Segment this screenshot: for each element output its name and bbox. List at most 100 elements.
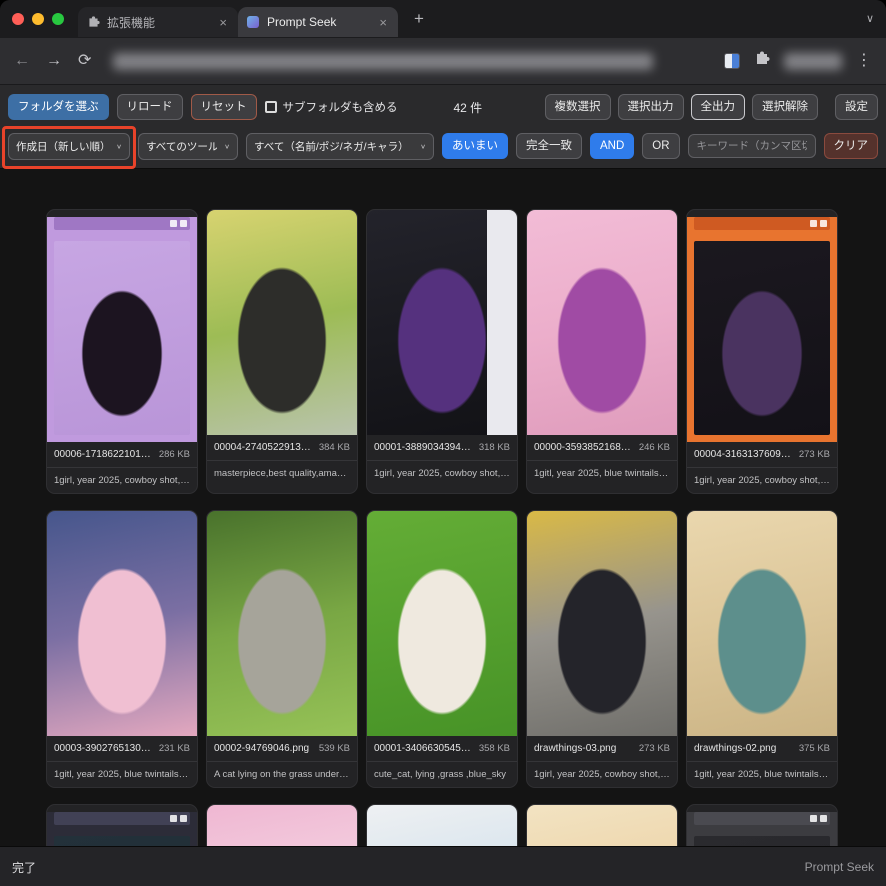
prompt-preview: 1gitl, year 2025, blue twintails, pink .… — [47, 761, 197, 787]
reset-button[interactable]: リセット — [190, 93, 257, 121]
image-card[interactable]: 00002-94769046.png 539 KB A cat lying on… — [206, 510, 358, 788]
navigation-bar: ← → ⟳ ⋮ — [0, 38, 886, 85]
fuzzy-match-button[interactable]: あいまい — [442, 132, 508, 160]
select-folder-button[interactable]: フォルダを選ぶ — [8, 93, 109, 121]
prompt-preview: 1girl, year 2025, cowboy shot, simpl... — [47, 467, 197, 493]
card-meta: 00006-1718622101.png 286 KB — [47, 442, 197, 467]
file-size: 318 KB — [478, 442, 510, 453]
browser-window: 拡張機能 × Prompt Seek × + ∨ ← → ⟳ ⋮ フォルダを選ぶ… — [0, 0, 886, 886]
image-card[interactable]: 00001-3406630545.p... 358 KB cute_cat, l… — [366, 510, 518, 788]
file-size: 384 KB — [318, 442, 350, 453]
card-meta: drawthings-02.png 375 KB — [687, 736, 837, 761]
reload-button[interactable]: ⟳ — [78, 53, 91, 69]
file-name: 00003-3902765130.png — [54, 743, 153, 754]
card-meta: 00004-2740522913.png 384 KB — [207, 435, 357, 460]
exact-match-button[interactable]: 完全一致 — [516, 132, 582, 160]
tab-prompt-seek[interactable]: Prompt Seek × — [238, 7, 398, 37]
prompt-preview: cute_cat, lying ,grass ,blue_sky — [367, 761, 517, 787]
close-window-button[interactable] — [12, 13, 24, 25]
file-size: 375 KB — [798, 743, 830, 754]
image-card[interactable]: 00004-2740522913.png 384 KB masterpiece,… — [206, 209, 358, 494]
and-operator-button[interactable]: AND — [590, 132, 635, 160]
file-size: 273 KB — [798, 449, 830, 460]
app-name-label: Prompt Seek — [804, 860, 874, 874]
card-meta: 00001-3406630545.p... 358 KB — [367, 736, 517, 761]
tab-strip: 拡張機能 × Prompt Seek × + ∨ — [0, 0, 886, 38]
card-meta: 00000-3593852168.p... 246 KB — [527, 435, 677, 460]
export-all-button[interactable]: 全出力 — [690, 93, 745, 121]
multi-select-button[interactable]: 複数選択 — [544, 93, 611, 121]
search-scope-select[interactable]: すべて（名前/ポジ/ネガ/キャラ） ∨ — [246, 132, 434, 160]
image-thumbnail[interactable] — [207, 511, 357, 736]
file-size: 286 KB — [158, 449, 190, 460]
image-thumbnail[interactable] — [687, 511, 837, 736]
profile-chip-blurred[interactable] — [784, 52, 842, 70]
file-name: 00001-3406630545.p... — [374, 743, 473, 754]
image-thumbnail[interactable] — [527, 210, 677, 435]
image-thumbnail[interactable] — [47, 511, 197, 736]
reload-list-button[interactable]: リロード — [116, 93, 183, 121]
image-thumbnail[interactable] — [527, 511, 677, 736]
back-button[interactable]: ← — [14, 53, 30, 69]
image-card[interactable]: drawthings-02.png 375 KB 1gitl, year 202… — [686, 510, 838, 788]
file-name: drawthings-02.png — [694, 743, 777, 754]
chevron-down-icon: ∨ — [420, 142, 426, 150]
chevron-down-icon: ∨ — [116, 142, 122, 150]
status-text: 完了 — [12, 860, 37, 875]
address-bar-blurred[interactable] — [113, 52, 654, 70]
file-size: 273 KB — [638, 743, 670, 754]
clear-keywords-button[interactable]: クリア — [823, 132, 878, 160]
result-count: 42 件 — [453, 100, 483, 115]
subfolders-checkbox[interactable] — [264, 101, 277, 113]
tool-filter-select[interactable]: すべてのツール ∨ — [138, 132, 238, 160]
file-name: 00001-3889034394.p... — [374, 442, 473, 453]
image-thumbnail[interactable] — [367, 511, 517, 736]
minimize-window-button[interactable] — [32, 13, 44, 25]
image-card[interactable]: 00006-1718622101.png 286 KB 1girl, year … — [46, 209, 198, 494]
image-card[interactable]: drawthings-03.png 273 KB 1girl, year 202… — [526, 510, 678, 788]
file-name: 00006-1718622101.png — [54, 449, 153, 460]
clear-selection-button[interactable]: 選択解除 — [752, 93, 818, 121]
chevron-down-icon: ∨ — [224, 142, 230, 150]
image-thumbnail[interactable] — [367, 210, 517, 435]
prompt-preview: 1gitl, year 2025, blue twintails, pink .… — [527, 460, 677, 486]
image-thumbnail[interactable] — [47, 217, 197, 442]
keyword-search-input[interactable] — [687, 134, 816, 158]
gallery-area: 00006-1718622101.png 286 KB 1girl, year … — [0, 169, 886, 886]
card-meta: 00002-94769046.png 539 KB — [207, 736, 357, 761]
browser-menu-kebab-icon[interactable]: ⋮ — [856, 53, 872, 69]
forward-button[interactable]: → — [46, 53, 62, 69]
prompt-preview: 1girl, year 2025, cowboy shot, simpl... — [367, 460, 517, 486]
close-tab-icon[interactable]: × — [376, 15, 390, 30]
new-tab-button[interactable]: + — [408, 9, 430, 29]
card-meta: 00004-3163137609.png 273 KB — [687, 442, 837, 467]
or-operator-button[interactable]: OR — [642, 132, 680, 160]
settings-button[interactable]: 設定 — [835, 93, 878, 121]
include-subfolders-checkbox-row[interactable]: サブフォルダも含める — [264, 99, 398, 115]
sort-order-select[interactable]: 作成日（新しい順） ∨ — [8, 132, 130, 160]
file-size: 358 KB — [478, 743, 510, 754]
tab-label: Prompt Seek — [267, 15, 337, 29]
app-toolbar: フォルダを選ぶ リロード リセット サブフォルダも含める 42 件 複数選択 選… — [0, 85, 886, 169]
puzzle-extensions-icon[interactable] — [754, 51, 770, 72]
tab-search-chevron-icon[interactable]: ∨ — [866, 12, 874, 25]
image-thumbnail[interactable] — [207, 210, 357, 435]
image-card[interactable]: 00003-3902765130.png 231 KB 1gitl, year … — [46, 510, 198, 788]
image-thumbnail[interactable] — [687, 217, 837, 442]
traffic-lights — [0, 13, 78, 25]
export-selected-button[interactable]: 選択出力 — [617, 93, 684, 121]
prompt-preview: masterpiece,best quality,amazing qu... — [207, 460, 357, 486]
file-name: drawthings-03.png — [534, 743, 617, 754]
image-card[interactable]: 00000-3593852168.p... 246 KB 1gitl, year… — [526, 209, 678, 494]
tab-extensions[interactable]: 拡張機能 × — [78, 7, 238, 37]
file-name: 00004-2740522913.png — [214, 442, 313, 453]
pinned-extension-icon[interactable] — [724, 53, 740, 69]
extensions-icon — [86, 15, 100, 29]
prompt-preview: A cat lying on the grass under the bl... — [207, 761, 357, 787]
prompt-preview: 1gitl, year 2025, blue twintails, pink .… — [687, 761, 837, 787]
image-card[interactable]: 00004-3163137609.png 273 KB 1girl, year … — [686, 209, 838, 494]
zoom-window-button[interactable] — [52, 13, 64, 25]
file-name: 00002-94769046.png — [214, 743, 310, 754]
image-card[interactable]: 00001-3889034394.p... 318 KB 1girl, year… — [366, 209, 518, 494]
close-tab-icon[interactable]: × — [216, 15, 230, 30]
